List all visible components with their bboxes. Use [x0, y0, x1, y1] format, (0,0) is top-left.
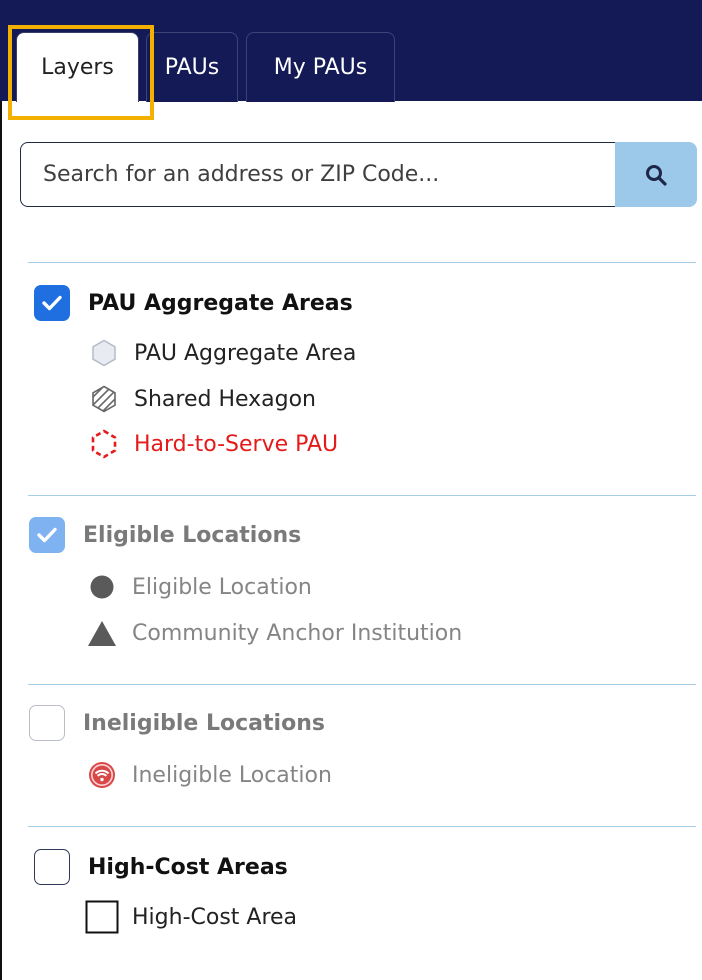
legend-item: Community Anchor Institution	[84, 618, 462, 648]
search-button[interactable]	[615, 142, 697, 207]
legend-item: Shared Hexagon	[86, 384, 316, 414]
section-title: Eligible Locations	[83, 522, 302, 548]
legend-item: Ineligible Location	[84, 760, 332, 790]
hexagon-icon	[86, 338, 122, 368]
search-input[interactable]	[20, 142, 615, 207]
divider	[28, 684, 696, 685]
ineligible-locations-checkbox[interactable]	[29, 705, 65, 741]
tab-paus[interactable]: PAUs	[146, 32, 238, 102]
legend-label: High-Cost Area	[132, 904, 298, 930]
high-cost-areas-checkbox[interactable]	[34, 849, 70, 885]
circle-icon	[84, 572, 120, 602]
search-bar	[20, 142, 697, 207]
legend-label: Eligible Location	[132, 574, 312, 600]
tab-my-paus[interactable]: My PAUs	[246, 32, 395, 102]
square-outline-icon	[84, 900, 120, 934]
legend-item: High-Cost Area	[84, 900, 298, 934]
striped-hexagon-icon	[86, 384, 122, 414]
wifi-circle-icon	[84, 760, 120, 790]
search-icon	[646, 164, 667, 186]
legend-label: Ineligible Location	[132, 762, 332, 788]
legend-item: Hard-to-Serve PAU	[86, 429, 338, 459]
tab-layers-label: Layers	[41, 55, 114, 80]
eligible-locations-checkbox[interactable]	[29, 517, 65, 553]
checkmark-icon	[37, 527, 57, 543]
pau-aggregate-areas-checkbox[interactable]	[34, 285, 70, 321]
section-pau-aggregate-areas: PAU Aggregate Areas	[34, 285, 353, 321]
divider	[28, 826, 696, 827]
dashed-hexagon-icon	[86, 429, 122, 459]
section-title: PAU Aggregate Areas	[88, 290, 353, 316]
tab-paus-label: PAUs	[164, 55, 220, 80]
legend-label: Hard-to-Serve PAU	[134, 431, 339, 457]
legend-label: Shared Hexagon	[134, 386, 317, 412]
section-ineligible-locations: Ineligible Locations	[29, 705, 325, 741]
divider	[28, 262, 696, 263]
section-high-cost-areas: High-Cost Areas	[34, 849, 288, 885]
checkmark-icon	[42, 295, 62, 311]
tab-my-paus-label: My PAUs	[273, 55, 368, 80]
legend-label: Community Anchor Institution	[132, 620, 463, 646]
triangle-icon	[84, 618, 120, 648]
section-title: High-Cost Areas	[88, 854, 288, 880]
tab-layers[interactable]: Layers	[16, 32, 139, 102]
divider	[28, 495, 696, 496]
legend-label: PAU Aggregate Area	[134, 340, 357, 366]
section-eligible-locations: Eligible Locations	[29, 517, 301, 553]
section-title: Ineligible Locations	[83, 710, 325, 736]
legend-item: PAU Aggregate Area	[86, 338, 356, 368]
legend-item: Eligible Location	[84, 572, 312, 602]
